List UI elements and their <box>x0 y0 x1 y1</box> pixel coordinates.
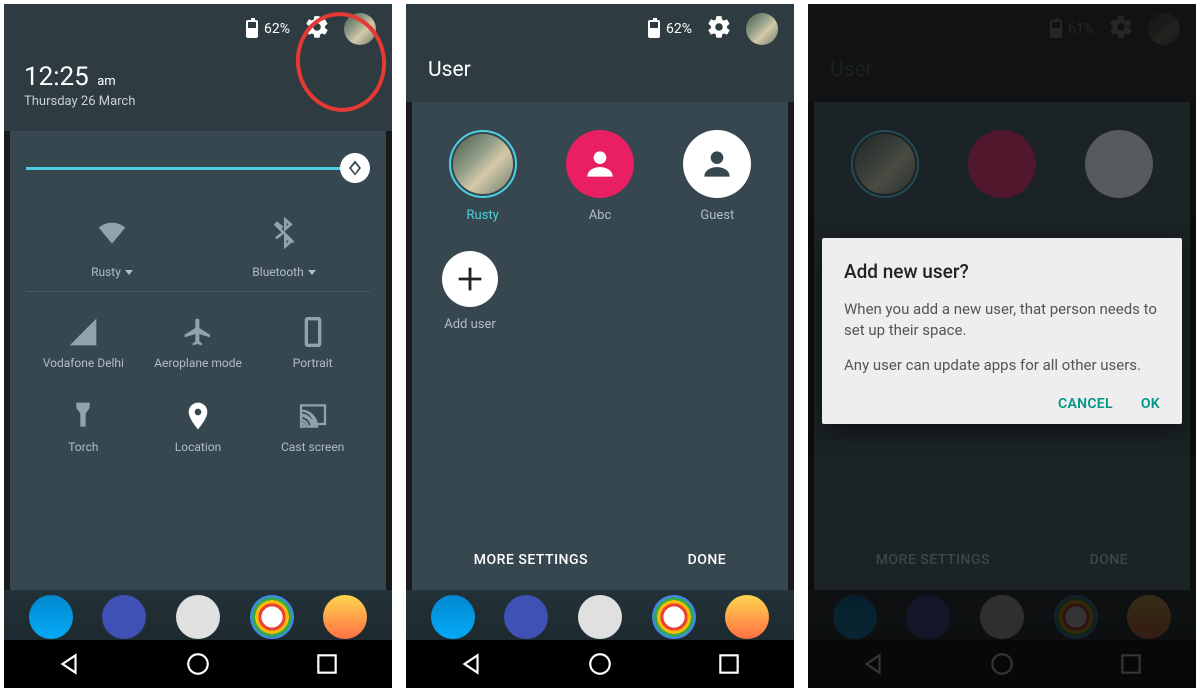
user-item-guest[interactable]: Guest <box>659 130 776 223</box>
chevron-down-icon <box>125 270 133 275</box>
dock-app-icon[interactable] <box>29 595 73 639</box>
phone-quick-settings: 62% 12:25 am Thursday 26 March Rust <box>4 4 392 688</box>
airplane-tile[interactable]: Aeroplane mode <box>141 306 256 384</box>
home-button[interactable] <box>587 651 613 677</box>
portrait-icon <box>297 316 329 348</box>
signal-tile[interactable]: Vodafone Delhi <box>26 306 141 384</box>
battery-status: 62% <box>246 20 290 38</box>
dock-app-icon[interactable] <box>250 595 294 639</box>
user-item-abc[interactable]: Abc <box>541 130 658 223</box>
bluetooth-off-icon <box>268 217 300 249</box>
dock-app-icon[interactable] <box>504 595 548 639</box>
user-item-rusty[interactable]: Rusty <box>424 130 541 223</box>
tile-label: Vodafone Delhi <box>43 356 124 370</box>
time: 12:25 <box>24 62 89 92</box>
torch-tile[interactable]: Torch <box>26 390 141 468</box>
add-user-dialog: Add new user? When you add a new user, t… <box>822 238 1182 424</box>
dock-app-icon[interactable] <box>431 595 475 639</box>
tile-label: Aeroplane mode <box>154 356 242 370</box>
user-generic-avatar <box>566 130 634 198</box>
tile-label: Cast screen <box>281 440 344 454</box>
battery-percent: 62% <box>264 21 290 37</box>
modal-overlay: Add new user? When you add a new user, t… <box>808 4 1196 688</box>
dock <box>406 590 794 640</box>
wifi-tile[interactable]: Rusty <box>26 211 198 292</box>
user-avatar[interactable] <box>344 13 376 45</box>
dock-app-icon[interactable] <box>176 595 220 639</box>
signal-icon <box>67 316 99 348</box>
wifi-icon <box>96 217 128 249</box>
airplane-icon <box>182 316 214 348</box>
back-button[interactable] <box>458 651 484 677</box>
status-bar: 62% <box>406 4 794 54</box>
back-button[interactable] <box>56 651 82 677</box>
user-avatar[interactable] <box>746 13 778 45</box>
more-settings-button[interactable]: MORE SETTINGS <box>474 552 588 568</box>
time-ampm: am <box>97 74 115 89</box>
settings-gear-icon[interactable] <box>304 14 330 44</box>
wifi-label: Rusty <box>91 265 121 279</box>
user-panel-title: User <box>406 54 794 102</box>
user-card: Rusty Abc Guest Add user <box>412 102 788 590</box>
torch-icon <box>67 400 99 432</box>
bluetooth-label: Bluetooth <box>252 265 303 279</box>
auto-brightness-icon[interactable] <box>340 153 370 183</box>
quick-settings-card: Rusty Bluetooth Vodafone Delhi Aeroplane… <box>10 131 386 590</box>
dock-app-icon[interactable] <box>725 595 769 639</box>
location-icon <box>182 400 214 432</box>
ok-button[interactable]: OK <box>1141 396 1160 412</box>
navigation-bar <box>4 640 392 688</box>
dock-app-icon[interactable] <box>652 595 696 639</box>
rotation-tile[interactable]: Portrait <box>255 306 370 384</box>
battery-icon <box>648 20 660 38</box>
tile-label: Torch <box>68 440 98 454</box>
tile-label: Portrait <box>293 356 333 370</box>
dock-app-icon[interactable] <box>578 595 622 639</box>
add-user-item[interactable]: Add user <box>424 251 498 332</box>
dock-app-icon[interactable] <box>323 595 367 639</box>
dialog-body-line: Any user can update apps for all other u… <box>844 355 1160 376</box>
home-button[interactable] <box>185 651 211 677</box>
add-user-label: Add user <box>444 317 496 332</box>
phone-user-list: 62% User Rusty Abc <box>406 4 794 688</box>
plus-icon <box>442 251 498 307</box>
recent-apps-button[interactable] <box>716 651 742 677</box>
user-label: Guest <box>700 208 734 223</box>
dock-app-icon[interactable] <box>102 595 146 639</box>
cancel-button[interactable]: CANCEL <box>1058 396 1113 412</box>
date: Thursday 26 March <box>24 94 372 109</box>
user-label: Abc <box>589 208 612 223</box>
user-photo-avatar <box>453 134 513 194</box>
recent-apps-button[interactable] <box>314 651 340 677</box>
dock <box>4 590 392 640</box>
battery-percent: 62% <box>666 21 692 37</box>
battery-status: 62% <box>648 20 692 38</box>
clock-area: 12:25 am Thursday 26 March <box>4 54 392 131</box>
dialog-body-line: When you add a new user, that person nee… <box>844 299 1160 341</box>
user-label: Rusty <box>467 208 499 223</box>
phone-add-user-dialog: 61% User MORE SETTINGS DONE <box>808 4 1196 688</box>
status-bar: 62% <box>4 4 392 54</box>
battery-icon <box>246 20 258 38</box>
brightness-slider[interactable] <box>26 153 370 183</box>
navigation-bar <box>406 640 794 688</box>
location-tile[interactable]: Location <box>141 390 256 468</box>
tile-label: Location <box>175 440 221 454</box>
user-generic-avatar <box>683 130 751 198</box>
dialog-title: Add new user? <box>844 260 1160 283</box>
cast-icon <box>297 400 329 432</box>
cast-tile[interactable]: Cast screen <box>255 390 370 468</box>
done-button[interactable]: DONE <box>688 552 727 568</box>
bluetooth-tile[interactable]: Bluetooth <box>198 211 370 292</box>
settings-gear-icon[interactable] <box>706 14 732 44</box>
chevron-down-icon <box>308 270 316 275</box>
